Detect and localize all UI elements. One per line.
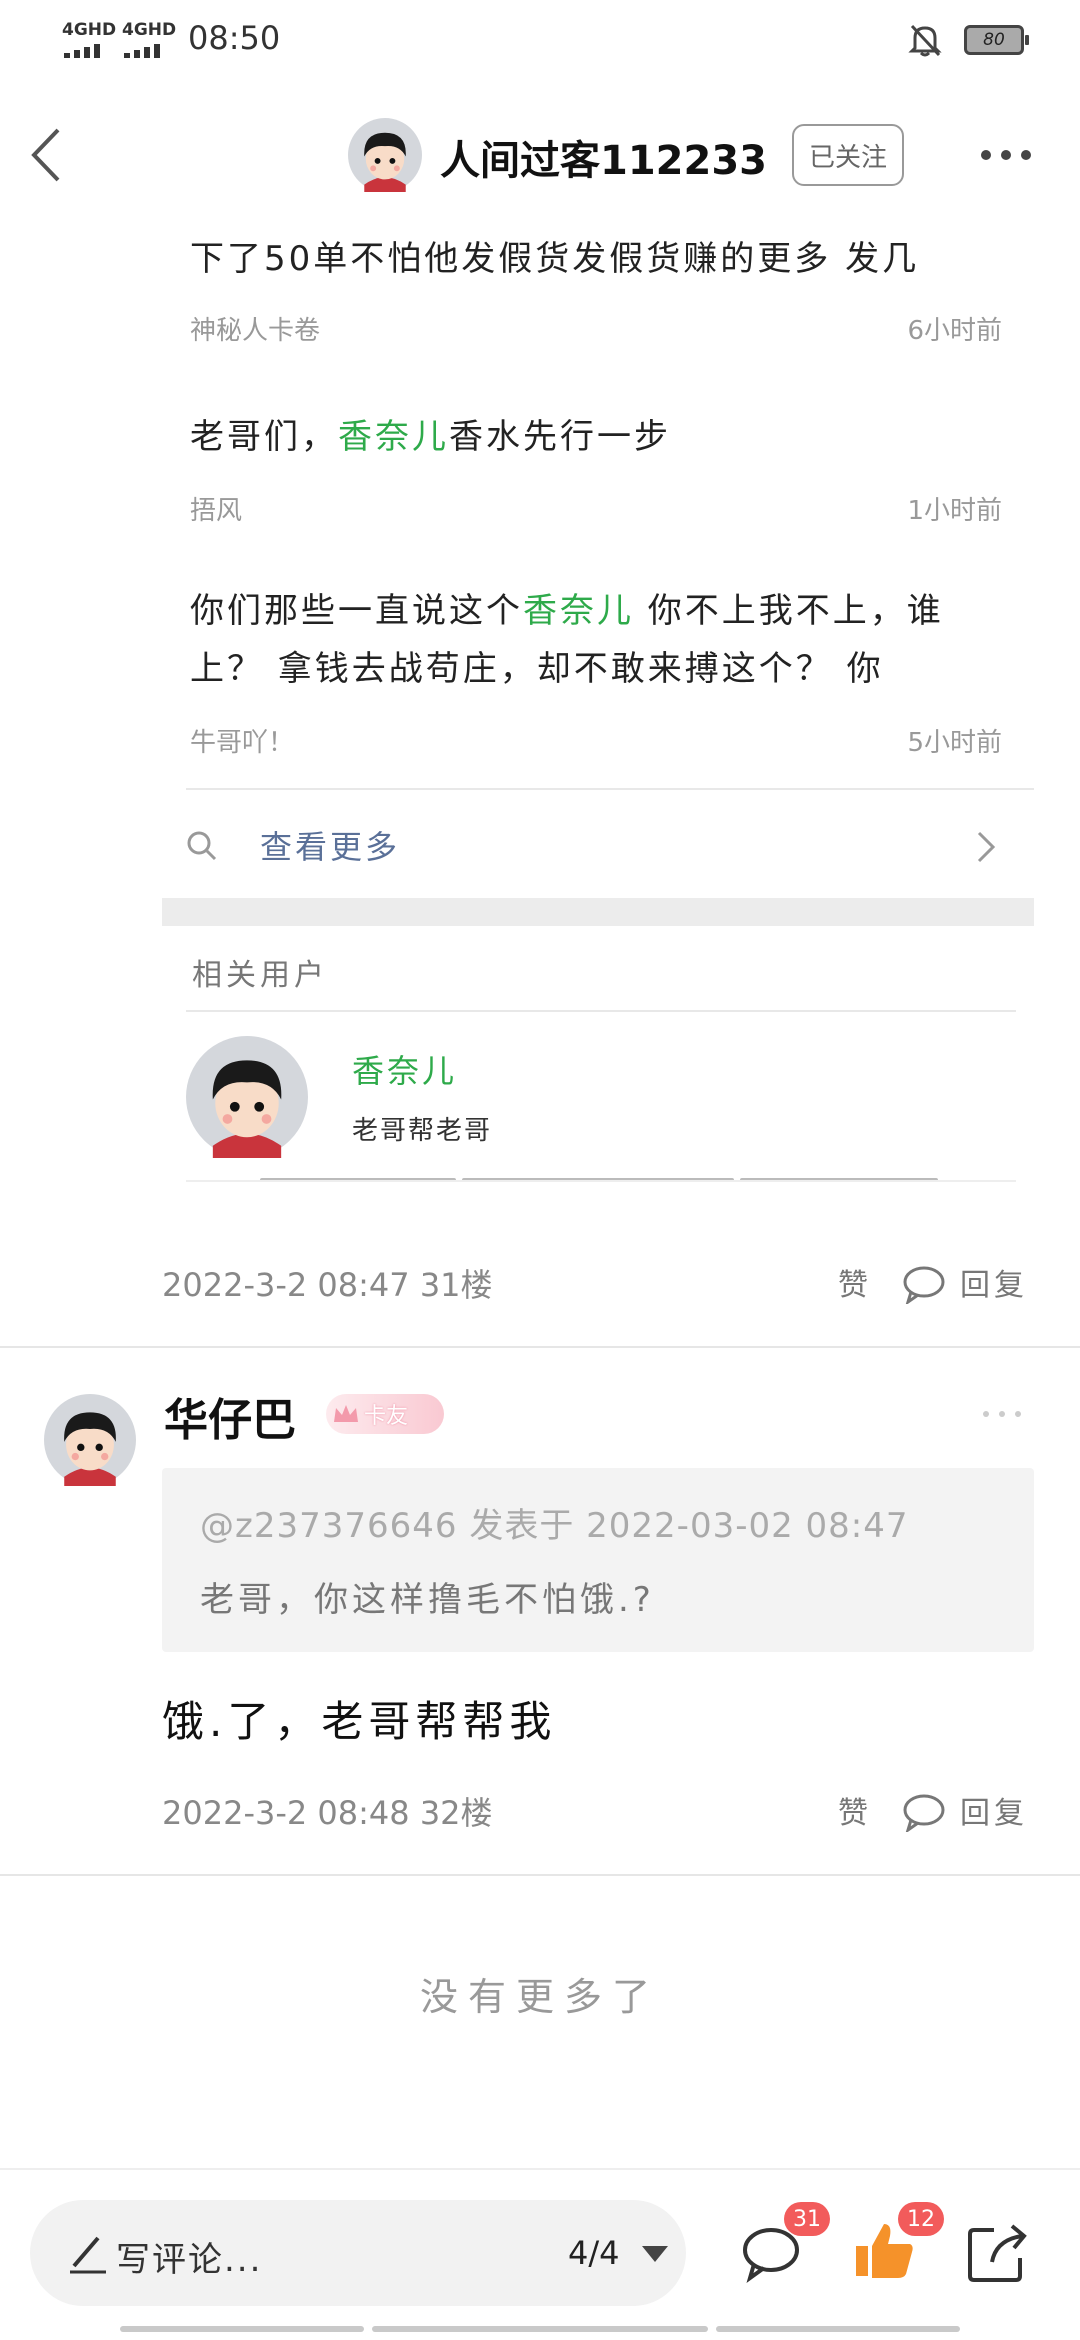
comment-placeholder: 写评论...	[116, 2240, 263, 2280]
badge-label: 卡友	[364, 1404, 409, 1429]
status-time: 08:50	[188, 19, 281, 57]
comment-bubble-icon[interactable]	[902, 1264, 946, 1304]
quote-source: @z237376646 发表于 2022-03-02 08:47	[200, 1506, 909, 1546]
search-result-item[interactable]: 老哥们，香奈儿香水先行一步 捂风 1小时前	[190, 408, 1010, 526]
avatar[interactable]	[44, 1394, 136, 1486]
keyword-highlight: 香奈儿	[523, 591, 634, 631]
share-icon[interactable]	[964, 2218, 1034, 2288]
result-text: 老哥们，香奈儿香水先行一步	[190, 417, 671, 457]
avatar[interactable]	[186, 1036, 308, 1158]
signal-icon: 4GHD	[122, 18, 177, 58]
back-arrow-icon[interactable]	[22, 120, 76, 190]
user-level-badge: 卡友	[326, 1394, 444, 1434]
view-more-label: 查看更多	[260, 828, 401, 866]
result-text: 你们那些一直说这个香奈儿 你不上我不上，谁 上？ 拿钱去战苟庄，却不敢来搏这个？…	[190, 591, 944, 689]
bottom-action-bar: 写评论... 4/4 31 12	[0, 2168, 1080, 2340]
comment-text: 饿.了，老哥帮帮我	[162, 1697, 557, 1746]
quote-text: 老哥，你这样撸毛不怕饿.?	[200, 1580, 655, 1620]
more-options-icon[interactable]	[980, 1404, 1024, 1424]
gesture-bar	[120, 2326, 364, 2332]
gesture-bar	[372, 2326, 708, 2332]
reply-button[interactable]: 回复	[960, 1788, 1028, 1832]
like-button[interactable]: 赞	[838, 1260, 868, 1304]
divider	[0, 1346, 1080, 1348]
result-time: 5小时前	[907, 728, 1002, 758]
post-footer: 2022-3-2 08:48 32楼 赞 回复	[0, 1788, 1080, 1848]
search-result-item[interactable]: 下了50单不怕他发假货发假货赚的更多 发几 神秘人卡卷 6小时前	[190, 230, 1010, 346]
comment-input[interactable]: 写评论... 4/4	[30, 2200, 686, 2306]
page-indicator[interactable]: 4/4	[568, 2234, 620, 2272]
gesture-bar	[716, 2326, 960, 2332]
result-time: 1小时前	[907, 496, 1002, 526]
search-result-item[interactable]: 你们那些一直说这个香奈儿 你不上我不上，谁 上？ 拿钱去战苟庄，却不敢来搏这个？…	[190, 582, 1010, 758]
network-label-2: 4GHD	[122, 20, 177, 40]
like-button[interactable]: 赞	[838, 1788, 868, 1832]
battery-icon: 80	[964, 25, 1029, 55]
avatar[interactable]	[348, 118, 422, 192]
related-user-description: 老哥帮老哥	[352, 1116, 493, 1146]
commenter-name[interactable]: 华仔巴	[164, 1384, 296, 1448]
related-users-title: 相关用户	[192, 958, 328, 993]
comment-count-badge: 31	[784, 2202, 830, 2236]
result-author: 牛哥吖！	[190, 728, 295, 758]
chevron-right-icon	[977, 831, 996, 863]
follow-button[interactable]: 已关注	[792, 124, 904, 186]
page-title: 人间过客112233	[440, 138, 767, 184]
keyword-highlight: 香奈儿	[338, 417, 449, 457]
related-user-name[interactable]: 香奈儿	[352, 1046, 457, 1092]
result-text: 下了50单不怕他发假货发假货赚的更多 发几	[190, 239, 920, 279]
top-nav-bar: 人间过客112233 已关注	[0, 80, 1080, 230]
result-time: 6小时前	[907, 316, 1002, 346]
status-bar: 4GHD 4GHD 08:50 80	[0, 0, 1080, 80]
pen-icon	[70, 2236, 106, 2274]
post-footer: 2022-3-2 08:47 31楼 赞 回复	[0, 1260, 1080, 1320]
section-gap	[162, 898, 1034, 926]
result-author: 神秘人卡卷	[190, 316, 321, 346]
result-author: 捂风	[190, 496, 243, 526]
post-date-floor: 2022-3-2 08:47 31楼	[162, 1266, 493, 1304]
divider	[0, 1874, 1080, 1876]
comment-bubble-icon[interactable]	[902, 1792, 946, 1832]
view-more-button[interactable]: 查看更多	[186, 790, 1016, 900]
caret-down-icon[interactable]	[640, 2244, 670, 2264]
quoted-reply: @z237376646 发表于 2022-03-02 08:47 老哥，你这样撸…	[162, 1468, 1034, 1652]
divider	[186, 1010, 1016, 1012]
crown-icon	[334, 1405, 358, 1422]
divider	[186, 1180, 1016, 1182]
search-icon	[187, 831, 217, 861]
signal-icon: 4GHD	[62, 18, 117, 58]
no-more-content: 没有更多了	[419, 1975, 660, 2019]
battery-level: 80	[983, 30, 1005, 50]
post-date-floor: 2022-3-2 08:48 32楼	[162, 1794, 493, 1832]
reply-button[interactable]: 回复	[960, 1260, 1028, 1304]
like-count-badge: 12	[898, 2202, 944, 2236]
network-label-1: 4GHD	[62, 20, 117, 40]
more-options-icon[interactable]	[976, 140, 1036, 170]
bell-off-icon	[908, 24, 942, 57]
